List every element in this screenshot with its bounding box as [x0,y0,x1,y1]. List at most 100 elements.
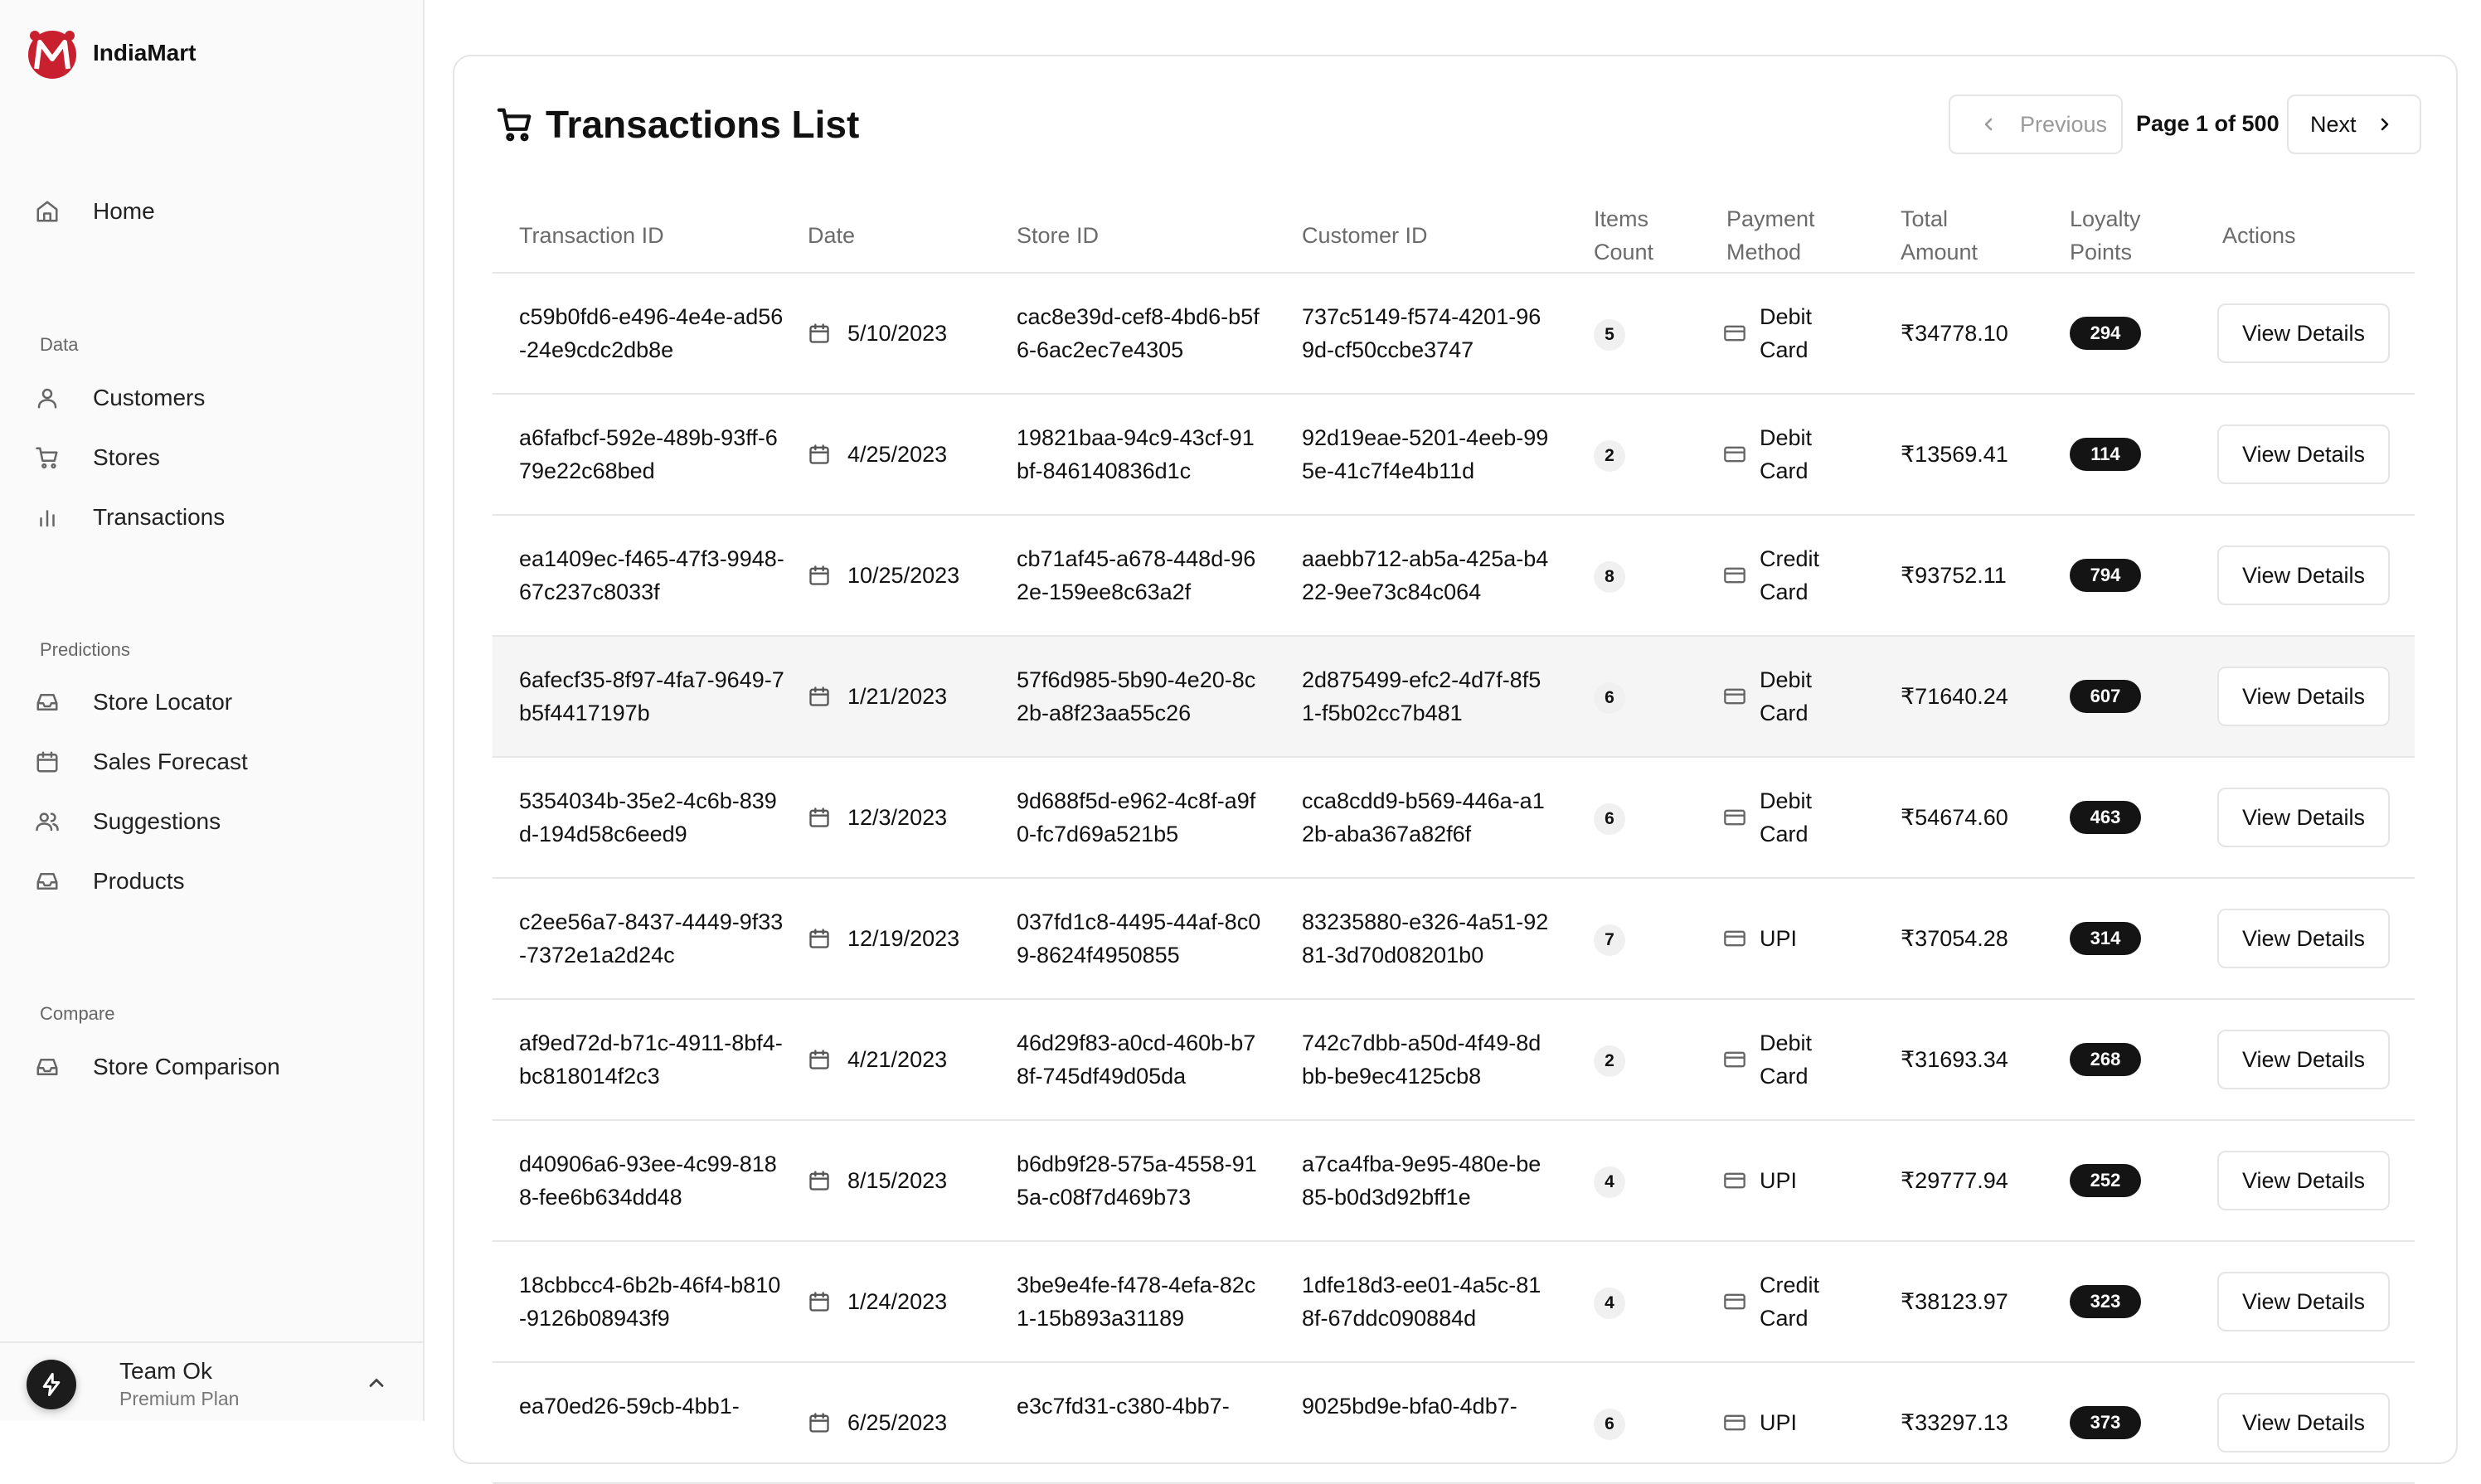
date-text: 5/10/2023 [847,321,948,346]
total-amount: ₹33297.13 [1901,1410,2008,1435]
brand-name: IndiaMart [93,40,197,65]
home-icon [33,197,61,226]
calendar-icon [33,748,61,776]
page-title: Transactions List [496,99,859,149]
transaction-id: ea1409ec-f465-47f3-9948-67c237c8033f [519,546,784,604]
sidebar-item-label: Products [93,868,185,894]
store-id: b6db9f28-575a-4558-915a-c08f7d469b73 [1017,1152,1257,1210]
sidebar-item-label: Customers [93,385,206,410]
payment-method-text: UPI [1760,1168,1798,1193]
items-count-badge: 6 [1594,682,1625,714]
table-row: d40906a6-93ee-4c99-8188-fee6b634dd48 8/1… [493,1121,2415,1242]
date-text: 12/3/2023 [847,805,948,830]
payment-method: UPI [1723,905,1834,972]
total-amount: ₹37054.28 [1901,926,2008,951]
calendar-icon [809,1050,829,1069]
payment-method: UPI [1723,1389,1834,1456]
column-header: Transaction ID [519,223,664,248]
sidebar-item-sales-forecast[interactable]: Sales Forecast [33,739,398,785]
sidebar-item-store-comparison[interactable]: Store Comparison [33,1044,398,1090]
view-details-button[interactable]: View Details [2217,667,2390,726]
view-details-button[interactable]: View Details [2217,546,2390,605]
inbox-icon [33,688,61,716]
group-label-predictions: Predictions [40,639,130,660]
view-details-button[interactable]: View Details [2217,1030,2390,1089]
payment-method: Debit Card [1723,421,1834,487]
date-cell: 4/25/2023 [808,438,947,471]
loyalty-points-badge: 314 [2070,922,2141,955]
items-count-badge: 4 [1594,1166,1625,1198]
table-row: af9ed72d-b71c-4911-8bf4-bc818014f2c3 4/2… [493,1000,2415,1121]
view-details-button[interactable]: View Details [2217,424,2390,484]
payment-method: Credit Card [1723,542,1834,609]
table-body: c59b0fd6-e496-4e4e-ad56-24e9cdc2db8e 5/1… [493,274,2415,1484]
view-details-button[interactable]: View Details [2217,909,2390,968]
view-details-button[interactable]: View Details [2217,1272,2390,1331]
calendar-icon [809,1171,829,1191]
date-cell: 12/3/2023 [808,801,947,834]
table-row: c59b0fd6-e496-4e4e-ad56-24e9cdc2db8e 5/1… [493,274,2415,395]
team-switcher[interactable]: Team Ok Premium Plan [0,1341,423,1421]
table-row: 18cbbcc4-6b2b-46f4-b810-9126b08943f9 1/2… [493,1242,2415,1363]
transaction-id: c59b0fd6-e496-4e4e-ad56-24e9cdc2db8e [519,304,784,362]
view-details-button[interactable]: View Details [2217,303,2390,363]
loyalty-points-badge: 114 [2070,438,2141,471]
table-row: 5354034b-35e2-4c6b-839d-194d58c6eed9 12/… [493,758,2415,879]
calendar-icon [809,1292,829,1312]
store-id: 46d29f83-a0cd-460b-b78f-745df49d05da [1017,1031,1256,1089]
previous-label: Previous [2020,111,2108,137]
customer-id: 9025bd9e-bfa0-4db7- [1302,1394,1517,1419]
date-cell: 8/15/2023 [808,1164,947,1197]
total-amount: ₹29777.94 [1901,1168,2008,1193]
sidebar-item-transactions[interactable]: Transactions [33,494,398,541]
store-id: 037fd1c8-4495-44af-8c09-8624f4950855 [1017,909,1261,968]
store-id: 57f6d985-5b90-4e20-8c2b-a8f23aa55c26 [1017,667,1256,725]
customer-id: 1dfe18d3-ee01-4a5c-818f-67ddc090884d [1302,1273,1542,1331]
brand[interactable]: IndiaMart [25,27,196,80]
column-header: Store ID [1017,223,1100,248]
previous-button[interactable]: Previous [1949,95,2123,154]
table-row: a6fafbcf-592e-489b-93ff-679e22c68bed 4/2… [493,395,2415,516]
sidebar-item-store-locator[interactable]: Store Locator [33,679,398,725]
sidebar-item-suggestions[interactable]: Suggestions [33,798,398,845]
payment-method-text: Debit Card [1760,1031,1813,1089]
loyalty-points-badge: 294 [2070,317,2141,350]
transaction-id: 5354034b-35e2-4c6b-839d-194d58c6eed9 [519,788,777,846]
sidebar-item-label: Stores [93,444,160,470]
sidebar-item-stores[interactable]: Stores [33,434,398,481]
payment-method: Debit Card [1723,1026,1834,1093]
sidebar-item-home[interactable]: Home [33,188,398,235]
inbox-icon [33,1053,61,1081]
sidebar-item-products[interactable]: Products [33,858,398,904]
total-amount: ₹54674.60 [1901,805,2008,830]
user-icon [33,384,61,412]
payment-method-text: Debit Card [1760,667,1813,725]
credit-card-icon [1724,1051,1745,1068]
view-details-button[interactable]: View Details [2217,1151,2390,1210]
view-details-button[interactable]: View Details [2217,788,2390,847]
total-amount: ₹38123.97 [1901,1289,2008,1314]
date-text: 1/21/2023 [847,684,948,709]
items-count-badge: 6 [1594,1409,1625,1440]
lightning-icon [42,1373,61,1396]
column-header: Customer ID [1302,223,1428,248]
bar-chart-icon [33,503,61,531]
chevron-right-icon [2381,118,2388,131]
payment-method: Debit Card [1723,663,1834,730]
transaction-id: ea70ed26-59cb-4bb1- [519,1394,740,1419]
table-row: ea70ed26-59cb-4bb1- 6/25/2023 e3c7fd31-c… [493,1363,2415,1484]
total-amount: ₹13569.41 [1901,442,2008,467]
date-cell: 10/25/2023 [808,559,959,592]
next-button[interactable]: Next [2287,95,2421,154]
sidebar-item-label: Home [93,198,155,224]
total-amount: ₹93752.11 [1901,563,2007,588]
payment-method-text: Debit Card [1760,304,1813,362]
team-name: Team Ok [119,1358,213,1384]
group-label-data: Data [40,334,79,355]
table-row: ea1409ec-f465-47f3-9948-67c237c8033f 10/… [493,516,2415,637]
credit-card-icon [1724,1172,1745,1189]
view-details-button[interactable]: View Details [2217,1393,2390,1452]
sidebar: IndiaMart Home Data Customers Stores Tra… [0,0,425,1421]
sidebar-item-customers[interactable]: Customers [33,375,398,421]
items-count-badge: 7 [1594,924,1625,956]
